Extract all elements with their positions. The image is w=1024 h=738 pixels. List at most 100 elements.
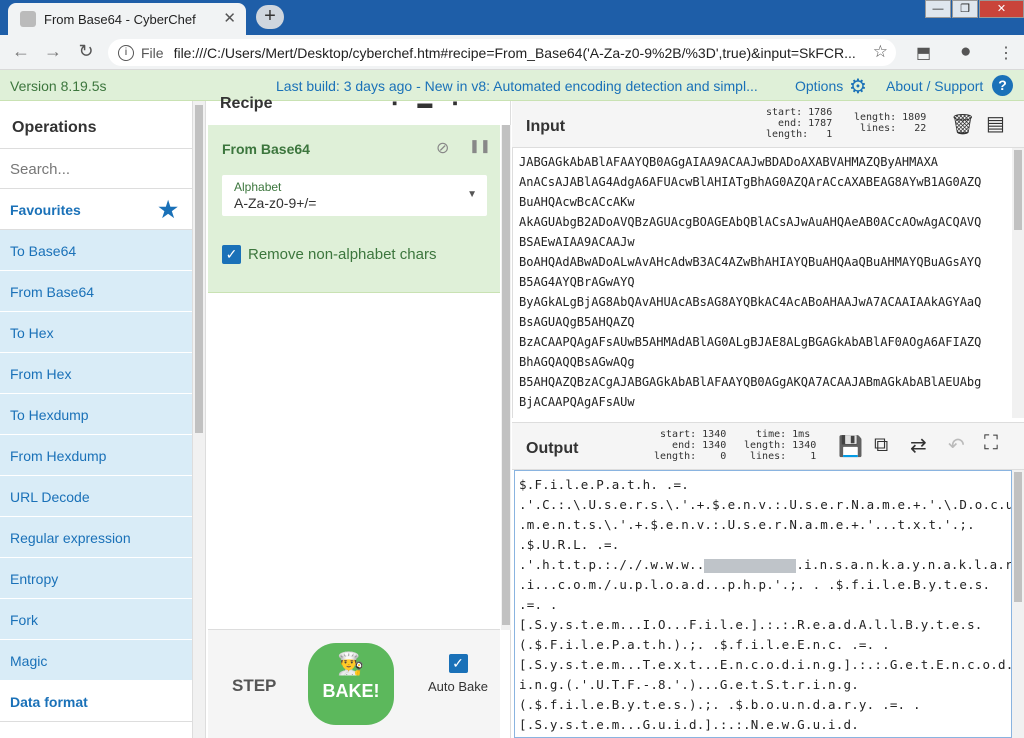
output-url-start: .'.h.t.t.p.:././.w.w.w.. bbox=[519, 557, 705, 572]
minimize-button[interactable]: — bbox=[925, 0, 951, 18]
cyberchef-favicon-icon bbox=[20, 11, 36, 27]
tab-close-icon[interactable]: ✕ bbox=[223, 9, 236, 27]
op-entropy[interactable]: Entropy bbox=[0, 558, 192, 599]
remove-non-alphabet-label: Remove non-alphabet chars bbox=[248, 246, 437, 263]
remove-non-alphabet-checkbox[interactable]: ✓ Remove non-alphabet chars bbox=[222, 245, 436, 264]
output-line: [.S.y.s.t.e.m...T.e.x.t...E.n.c.o.d.i.n.… bbox=[519, 657, 1012, 672]
recipe-scrollbar[interactable] bbox=[501, 125, 511, 630]
about-support-link[interactable]: About / Support bbox=[886, 78, 983, 94]
chevron-down-icon[interactable]: ▼ bbox=[467, 189, 477, 200]
copy-icon[interactable]: ⧉ bbox=[874, 434, 888, 457]
input-line: BsAGUAQgB5AHQAZQ bbox=[519, 315, 635, 329]
new-tab-button[interactable]: + bbox=[256, 5, 284, 29]
op-to-hex[interactable]: To Hex bbox=[0, 312, 192, 353]
output-line: .i...c.o.m./.u.p.l.o.a.d...p.h.p.'.;. . … bbox=[519, 577, 991, 592]
recipe-panel: Recipe ▪▬▪ From Base64 ⊘ ❚❚ Alphabet A-Z… bbox=[205, 95, 511, 738]
address-bar[interactable]: i File file:///C:/Users/Mert/Desktop/cyb… bbox=[108, 39, 896, 66]
input-line: ByAGkALgBjAG8AbQAvAHUAcABsAG8AYQBkAC4AcA… bbox=[519, 295, 982, 309]
operation-title: From Base64 bbox=[222, 141, 310, 157]
output-scrollbar[interactable] bbox=[1012, 470, 1024, 738]
profile-icon[interactable]: ● bbox=[960, 41, 971, 63]
auto-bake-toggle[interactable]: ✓ Auto Bake bbox=[418, 654, 498, 694]
auto-bake-label: Auto Bake bbox=[428, 679, 488, 694]
url-text[interactable]: file:///C:/Users/Mert/Desktop/cyberchef.… bbox=[174, 45, 864, 61]
alphabet-select[interactable]: Alphabet A-Za-z0-9+/= ▼ bbox=[222, 175, 487, 216]
input-header: Input start: 1786 end: 1787 length: 1 le… bbox=[512, 101, 1024, 148]
input-line: AkAGUAbgB2ADoAVQBzAGUAcgBOAGEAbQBlACsAJw… bbox=[519, 215, 982, 229]
bookmark-star-icon[interactable]: ☆ bbox=[873, 42, 888, 62]
checkbox-checked-icon[interactable]: ✓ bbox=[222, 245, 241, 264]
input-textarea[interactable]: JABGAGkAbABlAFAAYQB0AGgAIAA9ACAAJwBDADoA… bbox=[512, 148, 1012, 418]
favourites-category[interactable]: Favourites ★ bbox=[0, 189, 192, 230]
operations-heading: Operations bbox=[0, 101, 192, 149]
operations-scrollbar[interactable] bbox=[193, 101, 205, 738]
gear-icon[interactable]: ⚙ bbox=[849, 74, 867, 99]
scrollbar-thumb[interactable] bbox=[1014, 472, 1022, 602]
layout-icon[interactable]: ▤ bbox=[986, 111, 1005, 136]
recipe-toolbar-icons[interactable]: ▪▬▪ bbox=[392, 95, 478, 112]
last-build-link[interactable]: Last build: 3 days ago - New in v8: Auto… bbox=[276, 78, 761, 94]
op-url-decode[interactable]: URL Decode bbox=[0, 476, 192, 517]
op-regular-expression[interactable]: Regular expression bbox=[0, 517, 192, 558]
op-magic[interactable]: Magic bbox=[0, 640, 192, 681]
browser-tab[interactable]: From Base64 - CyberChef ✕ bbox=[8, 3, 246, 35]
output-line: [.S.y.s.t.e.m...G.u.i.d.].:.:.N.e.w.G.u.… bbox=[519, 717, 859, 732]
maximise-icon[interactable]: ⛶ bbox=[984, 432, 998, 455]
output-line: (.$.F.i.l.e.P.a.t.h.).;. .$.f.i.l.e.E.n.… bbox=[519, 637, 890, 652]
op-to-base64[interactable]: To Base64 bbox=[0, 230, 192, 271]
scrollbar-thumb[interactable] bbox=[1014, 150, 1022, 230]
scrollbar-thumb[interactable] bbox=[502, 125, 510, 625]
tab-title: From Base64 - CyberChef bbox=[44, 11, 196, 27]
recipe-heading: Recipe bbox=[220, 95, 273, 112]
forward-arrow-icon[interactable]: → bbox=[41, 41, 65, 62]
operations-search-input[interactable]: Search... bbox=[0, 149, 192, 189]
operations-panel: Operations Search... Favourites ★ To Bas… bbox=[0, 101, 193, 738]
disable-icon[interactable]: ⊘ bbox=[436, 138, 449, 158]
chef-icon: 👨‍🍳 bbox=[337, 651, 365, 676]
input-length-stats: length: 1809 lines: 22 bbox=[854, 112, 927, 134]
op-fork[interactable]: Fork bbox=[0, 599, 192, 640]
help-icon[interactable]: ? bbox=[992, 75, 1013, 96]
star-icon[interactable]: ★ bbox=[158, 197, 178, 223]
undo-icon[interactable]: ↶ bbox=[948, 433, 965, 458]
output-selection-stats: start: 1340 end: 1340 length: 0 bbox=[654, 429, 727, 462]
reload-icon[interactable]: ↻ bbox=[74, 41, 98, 62]
maximize-button[interactable]: ❐ bbox=[952, 0, 978, 18]
trash-icon[interactable]: 🗑 bbox=[950, 112, 975, 137]
op-to-hexdump[interactable]: To Hexdump bbox=[0, 394, 192, 435]
extension-icon[interactable]: ⬒ bbox=[916, 43, 931, 63]
bake-button[interactable]: 👨‍🍳 BAKE! bbox=[308, 643, 394, 725]
checkbox-checked-icon[interactable]: ✓ bbox=[448, 654, 468, 673]
browser-menu-icon[interactable]: ⋮ bbox=[998, 43, 1014, 63]
input-line: BSAEwAIAA9ACAAJw bbox=[519, 235, 635, 249]
output-textarea[interactable]: $.F.i.l.e.P.a.t.h. .=. .'.C.:.\.U.s.e.r.… bbox=[514, 470, 1012, 738]
output-line: .'.h.t.t.p.:././.w.w.w.. .i.n.s.a.n.k.a.y… bbox=[519, 555, 1011, 575]
input-selection-stats: start: 1786 end: 1787 length: 1 bbox=[766, 107, 833, 140]
pause-icon[interactable]: ❚❚ bbox=[469, 138, 491, 154]
input-line: AnACsAJABlAG4AdgA6AFUAcwBlAHIATgBhAG0AZQ… bbox=[519, 175, 982, 189]
recipe-operation-from-base64[interactable]: From Base64 ⊘ ❚❚ Alphabet A-Za-z0-9+/= ▼… bbox=[208, 125, 500, 293]
options-link[interactable]: Options bbox=[795, 78, 843, 94]
output-url-end: .i.n.s.a.n.k.a.y.n.a.k.l.a.r bbox=[796, 557, 1012, 572]
step-button[interactable]: STEP bbox=[232, 676, 276, 696]
output-line: .$.U.R.L. .=. bbox=[519, 537, 620, 552]
op-from-hex[interactable]: From Hex bbox=[0, 353, 192, 394]
window-controls: — ❐ ✕ bbox=[924, 0, 1024, 20]
scrollbar-thumb[interactable] bbox=[195, 105, 203, 433]
input-scrollbar[interactable] bbox=[1012, 148, 1024, 418]
window-close-button[interactable]: ✕ bbox=[979, 0, 1024, 18]
input-line: BjACAAPQAgAFsAUw bbox=[519, 395, 635, 409]
output-line: .=. . bbox=[519, 597, 558, 612]
browser-titlebar: From Base64 - CyberChef ✕ + — ❐ ✕ bbox=[0, 0, 1024, 35]
input-line: BzACAAPQAgAFsAUwB5AHMAdABlAG0ALgBJAE8ALg… bbox=[519, 335, 982, 349]
op-from-base64[interactable]: From Base64 bbox=[0, 271, 192, 312]
save-icon[interactable]: 💾 bbox=[838, 434, 863, 459]
info-icon[interactable]: i bbox=[118, 44, 134, 61]
output-line: i.n.g.(.'.U.T.F.-.8.'.)...G.e.t.S.t.r.i.… bbox=[519, 677, 859, 692]
replace-input-icon[interactable]: ⇄ bbox=[910, 433, 927, 458]
input-line: JABGAGkAbABlAFAAYQB0AGgAIAA9ACAAJwBDADoA… bbox=[519, 155, 939, 169]
data-format-category[interactable]: Data format bbox=[0, 681, 192, 722]
output-line: $.F.i.l.e.P.a.t.h. .=. bbox=[519, 477, 689, 492]
op-from-hexdump[interactable]: From Hexdump bbox=[0, 435, 192, 476]
back-arrow-icon[interactable]: ← bbox=[9, 41, 33, 62]
